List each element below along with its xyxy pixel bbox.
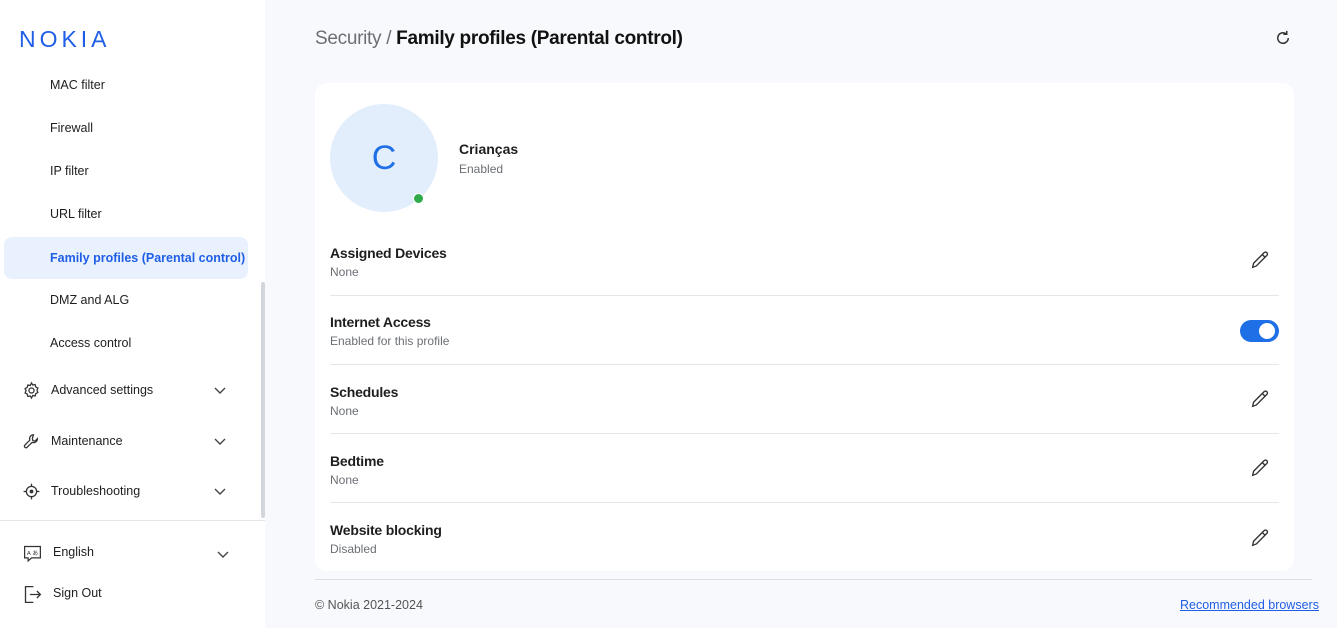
chevron-down-icon	[214, 488, 226, 495]
status-indicator	[413, 193, 424, 204]
language-label: English	[53, 545, 94, 559]
sidebar: NOKIA MAC filter Firewall IP filter URL …	[0, 0, 265, 628]
chevron-down-icon	[214, 387, 226, 394]
toggle-knob	[1259, 323, 1275, 339]
row-schedules: Schedules None	[330, 365, 1279, 434]
sidebar-item-dmz-alg[interactable]: DMZ and ALG	[4, 279, 248, 321]
sidebar-item-access-control[interactable]: Access control	[4, 322, 248, 364]
row-title: Assigned Devices	[330, 245, 447, 261]
sidebar-item-firewall[interactable]: Firewall	[4, 107, 248, 149]
avatar-initial: C	[371, 138, 397, 177]
language-selector[interactable]: A あ English	[0, 535, 265, 571]
crosshair-icon	[23, 483, 40, 500]
row-internet-access: Internet Access Enabled for this profile	[330, 296, 1279, 365]
breadcrumb: Security / Family profiles (Parental con…	[315, 28, 683, 50]
sidebar-group-label: Advanced settings	[51, 383, 154, 397]
page-title: Family profiles (Parental control)	[396, 28, 683, 49]
chevron-down-icon	[214, 438, 226, 445]
sidebar-item-url-filter[interactable]: URL filter	[4, 193, 248, 235]
sidebar-item-label: DMZ and ALG	[50, 293, 130, 307]
sidebar-item-label: IP filter	[50, 164, 89, 178]
sidebar-item-label: Firewall	[50, 121, 94, 135]
svg-text:あ: あ	[33, 550, 39, 557]
row-assigned-devices: Assigned Devices None	[330, 227, 1279, 296]
row-title: Website blocking	[330, 522, 442, 538]
nokia-logo[interactable]: NOKIA	[19, 26, 109, 52]
recommended-browsers-link[interactable]: Recommended browsers	[1180, 598, 1319, 612]
row-value: None	[330, 404, 359, 418]
edit-pencil-icon[interactable]	[1249, 457, 1271, 479]
footer-divider	[315, 579, 1312, 580]
translate-icon: A あ	[24, 545, 41, 563]
sidebar-item-family-profiles[interactable]: Family profiles (Parental control)	[4, 237, 248, 279]
sidebar-item-label: Family profiles (Parental control)	[50, 251, 246, 265]
sidebar-group-label: Maintenance	[51, 434, 123, 448]
sidebar-divider	[0, 520, 265, 521]
sidebar-item-label: MAC filter	[50, 78, 105, 92]
svg-text:A: A	[27, 551, 31, 557]
refresh-icon[interactable]	[1274, 29, 1292, 47]
internet-access-toggle[interactable]	[1240, 320, 1279, 342]
sidebar-group-troubleshooting[interactable]: Troubleshooting	[0, 471, 265, 511]
sidebar-item-label: Access control	[50, 336, 132, 350]
profile-card: C Crianças Enabled Assigned Devices None…	[315, 83, 1294, 571]
profile-name: Crianças	[459, 141, 519, 157]
sidebar-scrollbar[interactable]	[261, 282, 265, 518]
sign-out-icon	[24, 585, 42, 604]
copyright: © Nokia 2021-2024	[315, 598, 423, 612]
sidebar-group-maintenance[interactable]: Maintenance	[0, 421, 265, 461]
row-value: None	[330, 265, 359, 279]
row-bedtime: Bedtime None	[330, 434, 1279, 503]
breadcrumb-separator: /	[381, 28, 397, 49]
sidebar-group-label: Troubleshooting	[51, 484, 141, 498]
row-title: Schedules	[330, 384, 399, 400]
sidebar-group-advanced-settings[interactable]: Advanced settings	[0, 370, 265, 410]
breadcrumb-parent[interactable]: Security	[315, 28, 382, 49]
svg-text:NOKIA: NOKIA	[19, 26, 108, 52]
sidebar-item-label: URL filter	[50, 207, 102, 221]
chevron-down-icon	[217, 551, 229, 558]
edit-pencil-icon[interactable]	[1249, 388, 1271, 410]
edit-pencil-icon[interactable]	[1249, 527, 1271, 549]
gear-icon	[24, 381, 39, 400]
row-website-blocking: Website blocking Disabled	[330, 503, 1279, 571]
sign-out-button[interactable]: Sign Out	[0, 576, 265, 612]
sidebar-nav: MAC filter Firewall IP filter URL filter…	[0, 66, 265, 518]
row-value: None	[330, 473, 359, 487]
edit-pencil-icon[interactable]	[1249, 249, 1271, 271]
wrench-icon	[23, 434, 39, 449]
sidebar-item-ip-filter[interactable]: IP filter	[4, 150, 248, 192]
sidebar-item-mac-filter[interactable]: MAC filter	[4, 66, 248, 106]
row-value: Disabled	[330, 542, 377, 556]
profile-status: Enabled	[459, 162, 504, 176]
row-value: Enabled for this profile	[330, 334, 450, 348]
sign-out-label: Sign Out	[53, 586, 102, 600]
row-title: Internet Access	[330, 314, 431, 330]
row-title: Bedtime	[330, 453, 384, 469]
